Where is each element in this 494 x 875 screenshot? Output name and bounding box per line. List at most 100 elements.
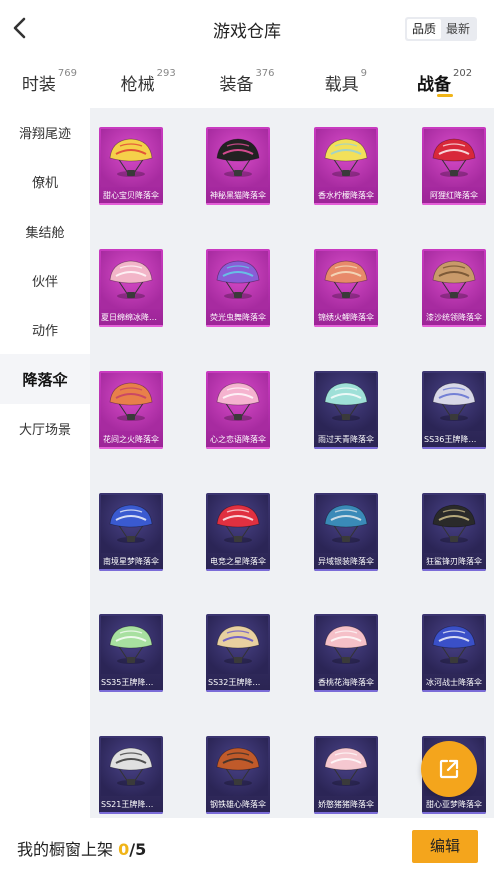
item-card[interactable]: 娇憨猪猪降落伞: [314, 736, 378, 814]
sort-toggle: 品质 最新: [405, 17, 477, 41]
rarity-edge: [422, 447, 486, 449]
share-button[interactable]: [421, 741, 477, 797]
sort-quality-option[interactable]: 品质: [407, 19, 441, 39]
parachute-image: [316, 129, 376, 187]
header: 游戏仓库 品质 最新: [0, 0, 494, 58]
rarity-edge: [314, 812, 378, 814]
sidebar-item[interactable]: 降落伞: [0, 354, 90, 404]
item-grid: 甜心宝贝降落伞 神秘黑猫降落伞 香水柠檬降落伞 阿狸红降落伞夏日绵绵冰降落伞 荧光虫舞降…: [90, 108, 494, 818]
item-card[interactable]: 电竞之星降落伞: [206, 493, 270, 571]
item-name: 狂鲨锋刃降落伞: [426, 557, 482, 566]
item-name: 娇憨猪猪降落伞: [318, 800, 374, 809]
tab-category[interactable]: 载具9: [296, 60, 395, 104]
item-card[interactable]: 神秘黑猫降落伞: [206, 127, 270, 205]
rarity-edge: [99, 203, 163, 205]
edit-button[interactable]: 编辑: [412, 830, 478, 863]
item-card[interactable]: 狂鲨锋刃降落伞: [422, 493, 486, 571]
item-name: SS32王牌降落伞: [208, 678, 269, 687]
item-card[interactable]: 锦绣火鲤降落伞: [314, 249, 378, 327]
item-name: 心之恋语降落伞: [210, 435, 266, 444]
tab-count: 202: [453, 68, 473, 79]
item-card[interactable]: 夏日绵绵冰降落伞: [99, 249, 163, 327]
tab-category[interactable]: 战备202: [395, 60, 494, 104]
item-name: 甜心宝贝降落伞: [103, 191, 159, 200]
item-card[interactable]: SS36王牌降落伞: [422, 371, 486, 449]
item-card[interactable]: 钢铁雄心降落伞: [206, 736, 270, 814]
tab-category[interactable]: 枪械293: [99, 60, 198, 104]
item-card[interactable]: 漆沙统领降落伞: [422, 249, 486, 327]
item-name: 电竞之星降落伞: [210, 557, 266, 566]
showcase-bar: 我的橱窗上架 0/5 编辑: [0, 818, 494, 875]
item-card[interactable]: 荧光虫舞降落伞: [206, 249, 270, 327]
rarity-edge: [206, 812, 270, 814]
parachute-image: [208, 495, 268, 553]
item-name: SS36王牌降落伞: [424, 435, 485, 444]
rarity-edge: [314, 447, 378, 449]
item-name: 神秘黑猫降落伞: [210, 191, 266, 200]
category-tabs: 时装769 枪械293 装备376 载具9 战备202: [0, 60, 494, 104]
item-name: 异域银装降落伞: [318, 557, 374, 566]
item-name: SS35王牌降落伞: [101, 678, 162, 687]
tab-label: 装备: [219, 75, 254, 95]
showcase-label: 我的橱窗上架: [17, 840, 114, 859]
parachute-image: [424, 129, 484, 187]
item-card[interactable]: 异域银装降落伞: [314, 493, 378, 571]
sidebar-item[interactable]: 僚机: [0, 157, 90, 206]
item-card[interactable]: 甜心宝贝降落伞: [99, 127, 163, 205]
parachute-image: [424, 495, 484, 553]
sort-newest-option[interactable]: 最新: [441, 19, 475, 39]
parachute-image: [101, 251, 161, 309]
item-name: 漆沙统领降落伞: [426, 313, 482, 322]
sidebar-item[interactable]: 集结舱: [0, 207, 90, 256]
tab-label: 战备: [417, 75, 452, 95]
item-card[interactable]: 香桃花海降落伞: [314, 614, 378, 692]
parachute-image: [208, 616, 268, 674]
item-card[interactable]: 心之恋语降落伞: [206, 371, 270, 449]
item-name: 南境星梦降落伞: [103, 557, 159, 566]
rarity-edge: [422, 690, 486, 692]
sidebar-item[interactable]: 大厅场景: [0, 404, 90, 453]
showcase-status: 我的橱窗上架 0/5: [17, 836, 146, 860]
item-name: 荧光虫舞降落伞: [210, 313, 266, 322]
item-name: 夏日绵绵冰降落伞: [101, 313, 163, 322]
rarity-edge: [422, 569, 486, 571]
item-name: 花间之火降落伞: [103, 435, 159, 444]
sidebar-item[interactable]: 伙伴: [0, 256, 90, 305]
item-card[interactable]: 花间之火降落伞: [99, 371, 163, 449]
item-card[interactable]: SS32王牌降落伞: [206, 614, 270, 692]
rarity-edge: [206, 447, 270, 449]
parachute-image: [316, 738, 376, 796]
parachute-image: [316, 373, 376, 431]
parachute-image: [208, 251, 268, 309]
item-card[interactable]: 冰河战士降落伞: [422, 614, 486, 692]
tab-label: 枪械: [120, 75, 155, 95]
parachute-image: [316, 251, 376, 309]
item-card[interactable]: 香水柠檬降落伞: [314, 127, 378, 205]
parachute-image: [101, 129, 161, 187]
tab-underline: [436, 94, 453, 97]
tab-category[interactable]: 装备376: [198, 60, 297, 104]
rarity-edge: [314, 569, 378, 571]
parachute-image: [424, 616, 484, 674]
sidebar-item[interactable]: 动作: [0, 305, 90, 354]
rarity-edge: [206, 569, 270, 571]
item-name: SS21王牌降落伞: [101, 800, 162, 809]
rarity-edge: [314, 325, 378, 327]
item-card[interactable]: SS21王牌降落伞: [99, 736, 163, 814]
tab-count: 293: [156, 68, 176, 79]
item-name: 阿狸红降落伞: [430, 191, 478, 200]
item-name: 锦绣火鲤降落伞: [318, 313, 374, 322]
parachute-image: [101, 616, 161, 674]
share-icon: [439, 759, 459, 779]
item-card[interactable]: SS35王牌降落伞: [99, 614, 163, 692]
rarity-edge: [314, 690, 378, 692]
showcase-total: 5: [135, 840, 147, 859]
tab-category[interactable]: 时装769: [0, 60, 99, 104]
item-card[interactable]: 南境星梦降落伞: [99, 493, 163, 571]
item-card[interactable]: 阿狸红降落伞: [422, 127, 486, 205]
item-name: 香水柠檬降落伞: [318, 191, 374, 200]
rarity-edge: [99, 812, 163, 814]
rarity-edge: [206, 690, 270, 692]
item-card[interactable]: 雨过天青降落伞: [314, 371, 378, 449]
sidebar-item[interactable]: 滑翔尾迹: [0, 108, 90, 157]
